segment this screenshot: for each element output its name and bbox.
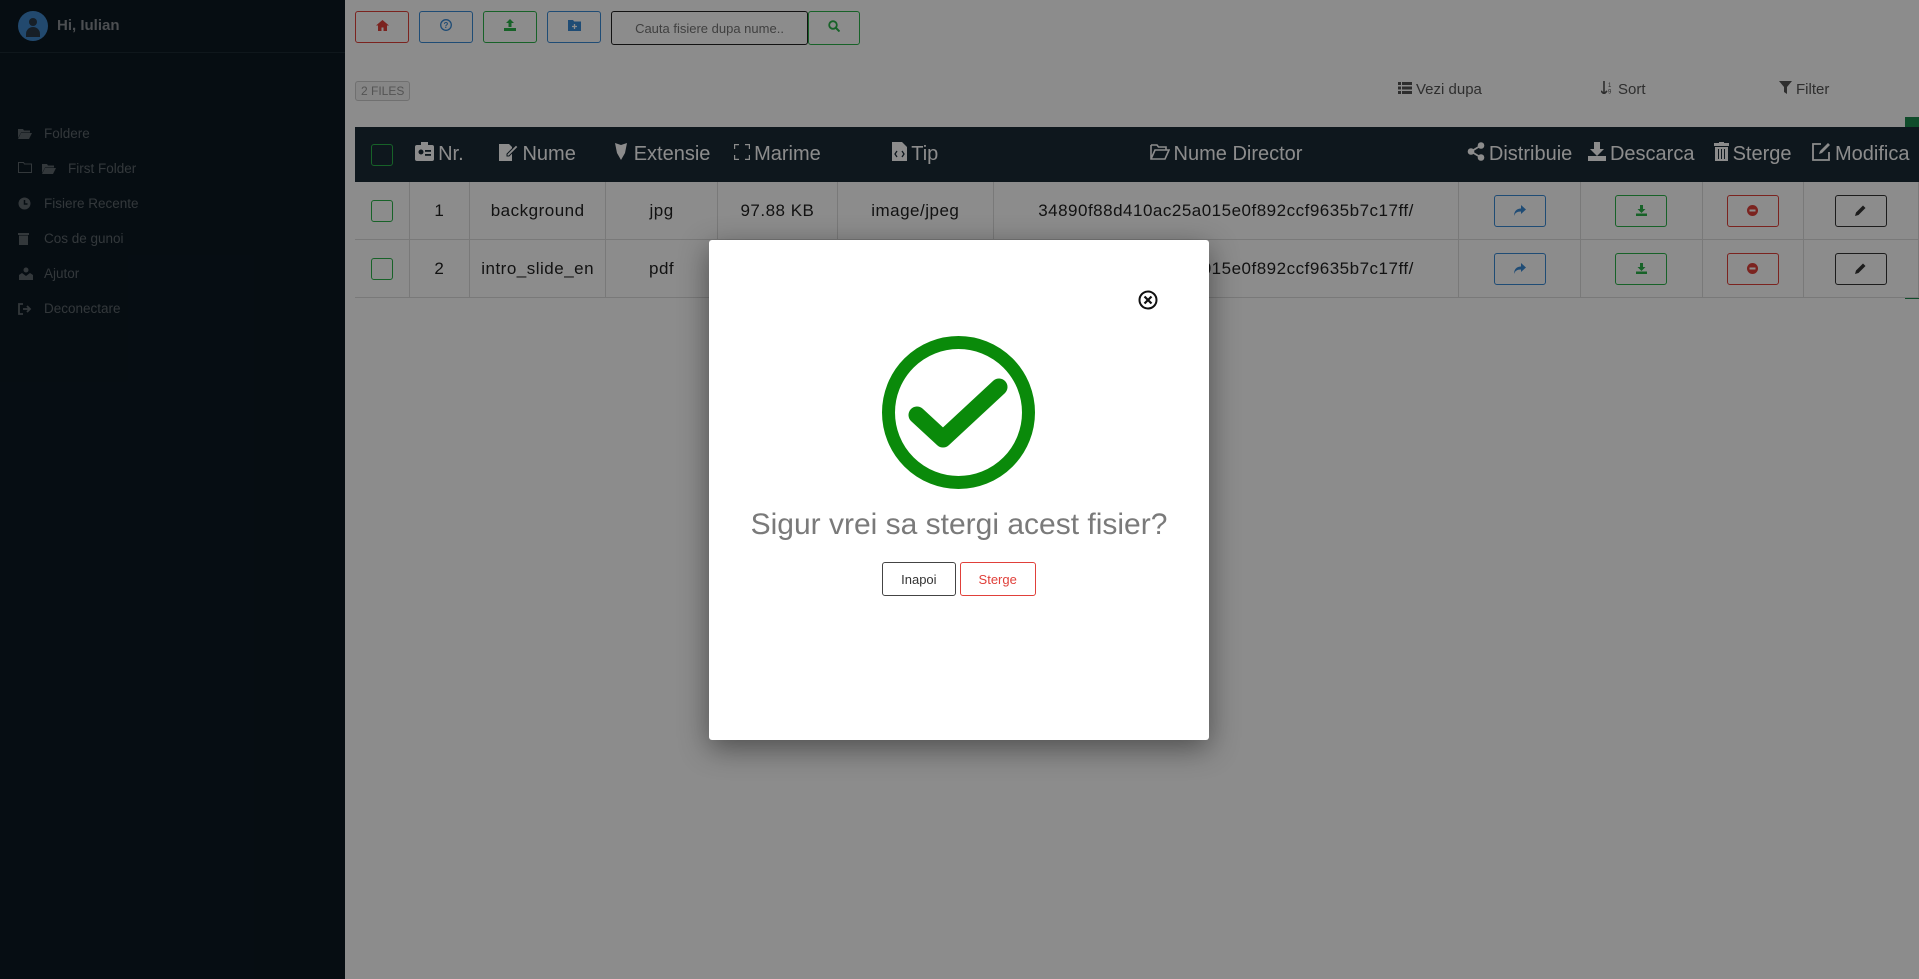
back-button[interactable]: Inapoi <box>882 562 956 596</box>
confirm-delete-button[interactable]: Sterge <box>959 562 1036 596</box>
close-circle-icon <box>1137 290 1159 315</box>
confirm-delete-dialog: Sigur vrei sa stergi acest fisier? Inapo… <box>709 240 1209 740</box>
dialog-actions: Inapoi Sterge <box>709 562 1209 596</box>
dialog-title: Sigur vrei sa stergi acest fisier? <box>750 508 1168 541</box>
close-button[interactable] <box>1137 289 1159 311</box>
check-circle-icon <box>881 335 1036 490</box>
